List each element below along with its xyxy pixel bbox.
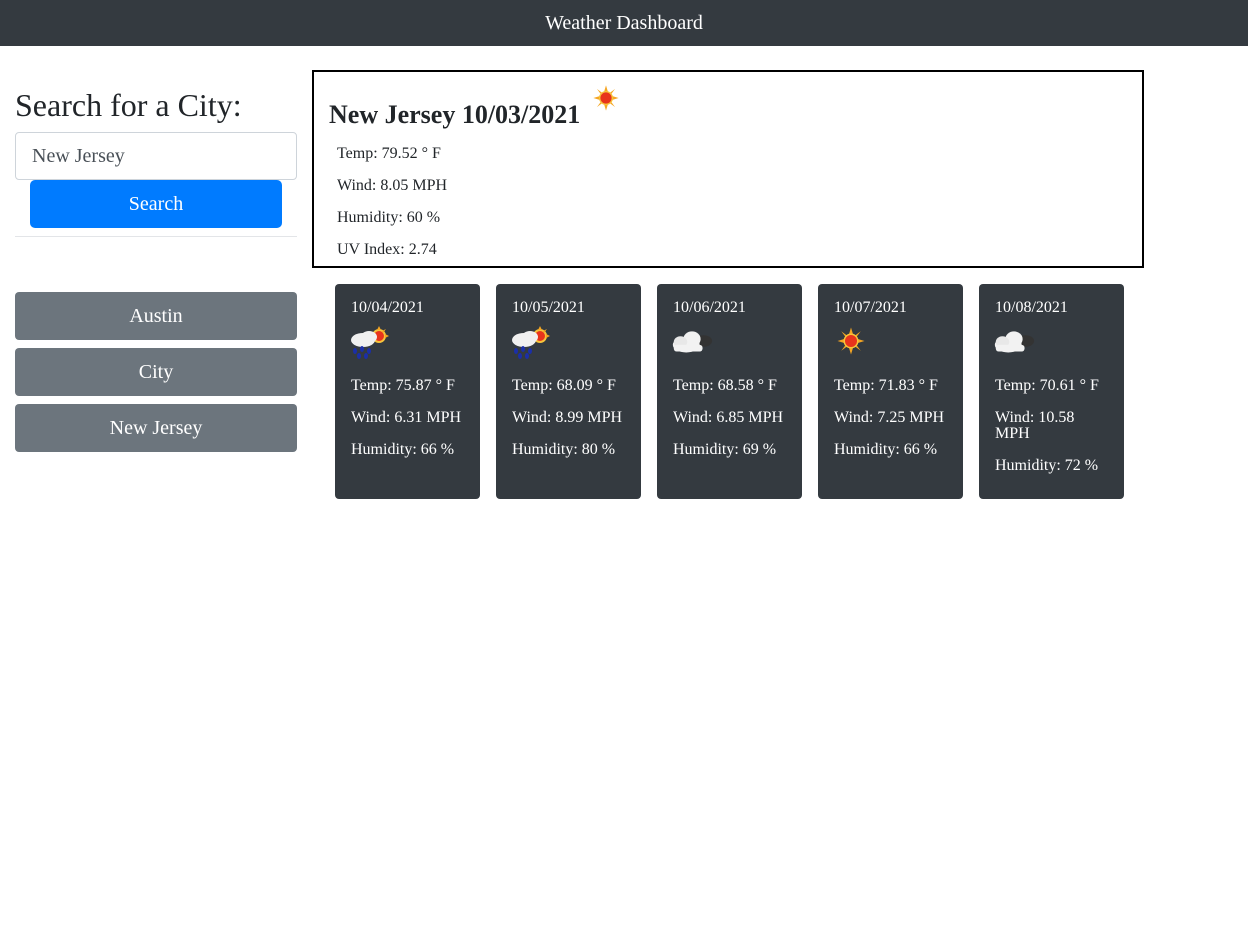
sun-icon bbox=[592, 84, 620, 112]
forecast-humidity: Humidity: 66 % bbox=[351, 441, 455, 458]
rain-sun-icon bbox=[508, 326, 552, 360]
forecast-humidity: Humidity: 69 % bbox=[673, 441, 777, 458]
city-search-input[interactable] bbox=[15, 132, 297, 180]
forecast-wind: Wind: 7.25 MPH bbox=[834, 409, 945, 426]
forecast-humidity: Humidity: 72 % bbox=[995, 457, 1099, 474]
forecast-wind: Wind: 6.31 MPH bbox=[351, 409, 462, 426]
current-weather-card: New Jersey 10/03/2021 Temp: 79.52 ° F Wi… bbox=[312, 70, 1144, 268]
forecast-card: 10/06/2021 Temp: 68.58 ° F Wind: 6.85 MP… bbox=[657, 284, 802, 499]
cloud-icon bbox=[669, 326, 715, 356]
history-button-austin[interactable]: Austin bbox=[15, 292, 297, 340]
forecast-wind: Wind: 10.58 MPH bbox=[995, 409, 1075, 442]
forecast-humidity: Humidity: 66 % bbox=[834, 441, 938, 458]
forecast-card: 10/08/2021 Temp: 70.61 ° F Wind: 10.58 M… bbox=[979, 284, 1124, 499]
forecast-card: 10/05/2021 Temp: 68.09 ° F Wind: 8.99 MP… bbox=[496, 284, 641, 499]
current-city-date: New Jersey 10/03/2021 bbox=[329, 100, 581, 129]
sun-icon bbox=[836, 326, 866, 356]
forecast-temp: Temp: 68.58 ° F bbox=[673, 377, 777, 394]
current-stats: Temp: 79.52 ° F Wind: 8.05 MPH Humidity:… bbox=[337, 142, 447, 270]
app-header: Weather Dashboard bbox=[0, 0, 1248, 46]
forecast-wind: Wind: 8.99 MPH bbox=[512, 409, 623, 426]
forecast-card: 10/07/2021 Temp: 71.83 ° F Wind: 7.25 MP… bbox=[818, 284, 963, 499]
five-day-forecast: 10/04/2021 Temp: 75.87 ° F Wind: 6.31 MP… bbox=[335, 284, 1140, 499]
current-uv-index: UV Index: 2.74 bbox=[337, 241, 437, 258]
forecast-wind: Wind: 6.85 MPH bbox=[673, 409, 784, 426]
history-button-city[interactable]: City bbox=[15, 348, 297, 396]
history-button-new-jersey[interactable]: New Jersey bbox=[15, 404, 297, 452]
search-panel: Search for a City: Search Austin City Ne… bbox=[15, 86, 297, 460]
current-humidity: Humidity: 60 % bbox=[337, 209, 441, 226]
current-temp: Temp: 79.52 ° F bbox=[337, 145, 441, 162]
forecast-temp: Temp: 68.09 ° F bbox=[512, 377, 616, 394]
cloud-icon bbox=[991, 326, 1037, 356]
current-wind: Wind: 8.05 MPH bbox=[337, 177, 448, 194]
app-title: Weather Dashboard bbox=[545, 11, 703, 34]
search-history: Austin City New Jersey bbox=[15, 292, 297, 452]
forecast-temp: Temp: 75.87 ° F bbox=[351, 377, 455, 394]
forecast-date: 10/04/2021 bbox=[351, 299, 424, 316]
search-heading: Search for a City: bbox=[15, 87, 242, 123]
forecast-date: 10/08/2021 bbox=[995, 299, 1068, 316]
forecast-temp: Temp: 71.83 ° F bbox=[834, 377, 938, 394]
forecast-date: 10/07/2021 bbox=[834, 299, 907, 316]
forecast-temp: Temp: 70.61 ° F bbox=[995, 377, 1099, 394]
forecast-date: 10/05/2021 bbox=[512, 299, 585, 316]
forecast-card: 10/04/2021 Temp: 75.87 ° F Wind: 6.31 MP… bbox=[335, 284, 480, 499]
forecast-humidity: Humidity: 80 % bbox=[512, 441, 616, 458]
forecast-date: 10/06/2021 bbox=[673, 299, 746, 316]
search-button[interactable]: Search bbox=[30, 180, 282, 228]
divider bbox=[15, 236, 297, 237]
rain-sun-icon bbox=[347, 326, 391, 360]
